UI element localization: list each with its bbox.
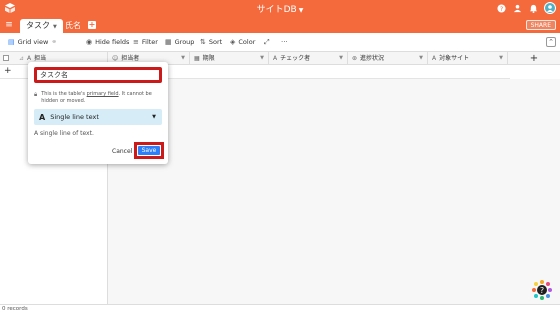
more-options-button[interactable]: ··· (281, 37, 288, 48)
color-button[interactable]: ◈ Color (230, 37, 255, 48)
color-icon: ◈ (230, 38, 236, 46)
status-icon: ⊛ (352, 55, 358, 62)
filter-button[interactable]: ≡ Filter (133, 37, 158, 48)
lock-icon: 🔒︎ (34, 91, 38, 98)
text-icon: A (39, 112, 46, 122)
table-tab-bar: ≡ タスク ▼ 氏名 + SHARE (0, 17, 560, 33)
field-type-select[interactable]: A Single line text ▼ (34, 109, 162, 125)
notification-bell-icon[interactable] (528, 3, 538, 13)
chevron-down-icon[interactable]: ▼ (181, 52, 185, 65)
text-icon: ⊿ (19, 55, 25, 62)
calendar-icon: ▦ (194, 55, 200, 62)
grid-empty-area (108, 79, 560, 304)
column-header-label: チェック者 (280, 55, 311, 62)
add-table-icon[interactable]: + (88, 21, 96, 29)
top-bar: サイトDB ▼ ? (0, 0, 560, 17)
primary-field-note: 🔒︎ This is the table's primary field. It… (34, 91, 164, 105)
sort-icon: ⇅ (200, 38, 206, 46)
save-button[interactable]: Save (134, 142, 164, 159)
select-all-checkbox[interactable] (3, 55, 9, 61)
user-avatar[interactable] (544, 2, 556, 14)
expand-icon: ⤢ (264, 38, 270, 46)
expand-button[interactable]: ⤢ (264, 37, 270, 48)
group-icon: ▦ (165, 38, 172, 46)
collapse-toolbar-icon[interactable]: ⌃ (546, 37, 556, 47)
column-header[interactable]: A 対象サイト ▼ (428, 52, 508, 65)
svg-text:?: ? (540, 286, 544, 295)
column-header-label: 進捗状況 (360, 55, 385, 62)
filter-icon: ≡ (133, 38, 139, 46)
text-icon: A (273, 55, 278, 62)
share-people-icon[interactable] (512, 3, 522, 13)
share-view-icon[interactable]: ⚭ (51, 37, 57, 48)
column-header[interactable]: ⊛ 進捗状況 ▼ (348, 52, 428, 65)
add-field-icon[interactable]: + (508, 52, 560, 65)
column-header[interactable]: ▦ 期限 ▼ (190, 52, 269, 65)
field-type-description: A single line of text. (34, 130, 94, 137)
hide-fields-label: Hide fields (95, 38, 130, 46)
chevron-down-icon: ▼ (152, 114, 156, 120)
base-title-text: サイトDB (256, 5, 297, 15)
filter-label: Filter (141, 38, 158, 46)
color-label: Color (238, 38, 256, 46)
tab-table[interactable]: 氏名 (60, 19, 86, 33)
share-button[interactable]: SHARE (525, 20, 556, 30)
save-button-label: Save (138, 146, 160, 155)
sidebar-toggle-icon: ▤ (8, 38, 15, 46)
hide-fields-button[interactable]: ◉ Hide fields (86, 37, 129, 48)
eye-icon: ◉ (86, 38, 93, 46)
group-button[interactable]: ▦ Group (165, 37, 194, 48)
view-toolbar: ▤ Grid view ⚭ ◉ Hide fields ≡ Filter ▦ G… (0, 33, 560, 52)
column-header-label: 期限 (202, 55, 215, 62)
svg-text:?: ? (499, 5, 502, 12)
tab-active-table[interactable]: タスク ▼ (20, 19, 63, 33)
chevron-down-icon[interactable]: ▼ (419, 52, 423, 65)
help-bubble-icon[interactable]: ? (531, 279, 553, 301)
sort-label: Sort (208, 38, 223, 46)
chevron-down-icon[interactable]: ▼ (339, 52, 343, 65)
tab-label: タスク (26, 21, 50, 30)
grid-footer: 0 records (0, 304, 560, 315)
views-toggle[interactable]: ▤ Grid view ⚭ (8, 37, 57, 48)
column-header[interactable]: A チェック者 ▼ (269, 52, 348, 65)
primary-field-link[interactable]: primary field (87, 91, 119, 97)
top-icons: ? (496, 2, 556, 14)
text-icon: A (432, 55, 437, 62)
field-editor-popup: 🔒︎ This is the table's primary field. It… (28, 62, 168, 164)
chevron-down-icon[interactable]: ▼ (499, 52, 503, 65)
field-type-label: Single line text (50, 113, 99, 121)
add-record-icon: + (4, 66, 12, 76)
view-switcher-label: Grid view (17, 38, 49, 46)
more-icon: ··· (281, 38, 288, 46)
cancel-button[interactable]: Cancel (112, 148, 132, 155)
record-count: 0 records (2, 306, 28, 312)
app: サイトDB ▼ ? ≡ タスク ▼ 氏名 + SHARE ▤ Grid view… (0, 0, 560, 315)
help-icon[interactable]: ? (496, 3, 506, 13)
chevron-down-icon: ▼ (53, 24, 57, 30)
note-text: This is the table's (41, 91, 87, 97)
primary-field-note-text: This is the table's primary field. It ca… (41, 91, 164, 105)
column-header-label: 対象サイト (439, 55, 470, 62)
hamburger-menu-icon[interactable]: ≡ (4, 20, 14, 30)
group-label: Group (174, 38, 195, 46)
sort-button[interactable]: ⇅ Sort (200, 37, 222, 48)
chevron-down-icon: ▼ (298, 7, 304, 14)
field-name-input[interactable] (34, 67, 162, 83)
chevron-down-icon[interactable]: ▼ (260, 52, 264, 65)
base-title[interactable]: サイトDB ▼ (0, 2, 560, 15)
